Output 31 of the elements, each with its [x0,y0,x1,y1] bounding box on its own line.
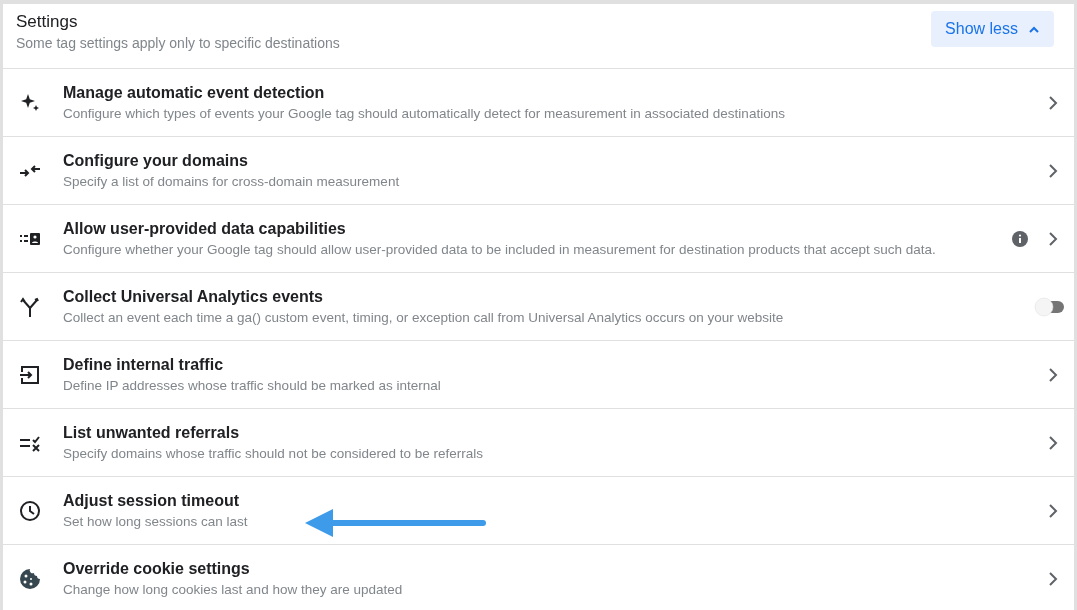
section-subtitle: Some tag settings apply only to specific destinations [16,35,340,51]
setting-title: Configure your domains [63,150,249,171]
caret-icon [1028,25,1040,33]
section-title: Settings [16,12,79,32]
setting-description: Collect an event each time a ga() custom event, timing, or exception call from Universal Analytics occurs on your website [63,308,784,327]
chevron-right-icon[interactable] [1046,570,1060,587]
setting-description: Specify a list of domains for cross-domain measurement [63,172,400,191]
setting-description: Define IP addresses whose traffic should be marked as internal [63,376,441,395]
chevron-right-icon[interactable] [1046,230,1060,247]
clock-icon [18,498,42,523]
setting-title: List unwanted referrals [63,422,241,443]
chevron-right-icon[interactable] [1046,162,1060,179]
setting-title: Adjust session timeout [63,490,241,511]
chevron-right-icon[interactable] [1046,366,1060,383]
setting-title: Define internal traffic [63,354,225,375]
setting-title: Allow user-provided data capabilities [63,218,347,239]
show-less-button[interactable]: Show less [931,11,1054,47]
info-icon[interactable] [1012,230,1028,247]
setting-description: Configure whether your Google tag should allow user-provided data to be included in measurement for destination products that accept such data. [63,240,936,259]
chevron-right-icon[interactable] [1046,94,1060,111]
chevron-right-icon[interactable] [1046,502,1060,519]
cookie-icon [18,566,42,591]
setting-description: Specify domains whose traffic should not be considered to be referrals [63,444,483,463]
setting-title: Override cookie settings [63,558,251,579]
setting-description: Configure which types of events your Google tag should automatically detect for measurement in associated destinations [63,104,785,123]
setting-title: Manage automatic event detection [63,82,326,103]
toggle-switch[interactable] [1034,296,1064,317]
setting-description: Set how long sessions can last [63,512,248,531]
setting-title: Collect Universal Analytics events [63,286,324,307]
setting-description: Change how long cookies last and how they are updated [63,580,403,599]
chevron-right-icon[interactable] [1046,434,1060,451]
